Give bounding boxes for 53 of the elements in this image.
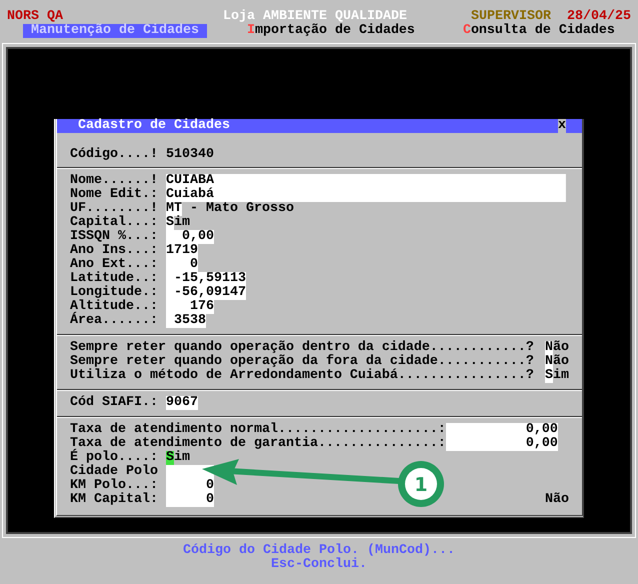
callout-number: 1 xyxy=(414,474,428,496)
field-label: Código....! xyxy=(70,148,159,162)
field-label: Área......: xyxy=(70,314,159,328)
input-field: 0,00 xyxy=(446,423,558,437)
field-label: UF........! xyxy=(70,202,159,216)
input-field: Não xyxy=(545,355,569,369)
field-label: Nome......! xyxy=(70,174,159,188)
field-label: ISSQN %...: xyxy=(70,230,159,244)
date-text: 28/04/25 xyxy=(566,10,631,24)
input-field: 0 xyxy=(166,258,198,272)
menu-item[interactable]: Importação de Cidades xyxy=(238,24,423,38)
input-field: CUIABA xyxy=(166,174,566,188)
input-field: Cuiabá xyxy=(166,188,566,202)
field-label: Nome Edit.: xyxy=(70,188,159,202)
input-field: Sim xyxy=(166,216,190,230)
input-field: MT xyxy=(166,202,182,216)
close-button[interactable]: x xyxy=(558,119,566,133)
hint-text: Esc-Conclui. xyxy=(271,558,367,572)
field-value: Não xyxy=(545,493,569,507)
user-role: SUPERVISOR xyxy=(470,10,551,24)
input-field: 1719 xyxy=(166,244,198,258)
input-field: Sim xyxy=(545,369,569,383)
field-description: - Mato Grosso xyxy=(190,202,294,216)
input-field: 0 xyxy=(166,493,214,507)
field-label: É polo....: xyxy=(70,451,159,465)
field-label: Ano Ext...: xyxy=(70,258,159,272)
company-name: NORS QA xyxy=(7,10,63,24)
option-label: Sempre reter quando operação da fora da cidade...........? xyxy=(70,355,535,369)
input-field: -56,09147 xyxy=(166,286,246,300)
option-label: Sempre reter quando operação dentro da cidade............? xyxy=(70,341,535,355)
field-label: Taxa de atendimento normal....................: xyxy=(70,423,446,437)
store-name: Loja AMBIENTE QUALIDADE xyxy=(223,10,407,24)
field-label: Capital...: xyxy=(70,216,159,230)
field-label: Latitude..: xyxy=(70,272,159,286)
field-label: KM Capital: xyxy=(70,493,159,507)
dialog-title: Cadastro de Cidades xyxy=(78,119,230,133)
input-field: 176 xyxy=(166,300,214,314)
field-value: 510340 xyxy=(166,148,214,162)
menu-item[interactable]: Consulta de Cidades xyxy=(454,24,623,38)
field-label: Cidade Polo xyxy=(70,465,159,479)
input-field: 9067 xyxy=(166,396,198,410)
field-label: Cód SIAFI.: xyxy=(70,396,159,410)
input-field: 0 xyxy=(166,479,214,493)
field-label: Longitude.: xyxy=(70,286,159,300)
input-field: 0,00 xyxy=(166,230,214,244)
option-label: Utiliza o método de Arredondamento Cuiabá................? xyxy=(70,369,535,383)
input-field: 0,00 xyxy=(446,437,558,451)
field-label: Ano Ins...: xyxy=(70,244,159,258)
input-field: 3538 xyxy=(166,314,206,328)
input-field: -15,59113 xyxy=(166,272,246,286)
hint-text: Código do Cidade Polo. (MunCod)... xyxy=(183,544,455,558)
input-field: Não xyxy=(545,341,569,355)
field-label: KM Polo...: xyxy=(70,479,159,493)
